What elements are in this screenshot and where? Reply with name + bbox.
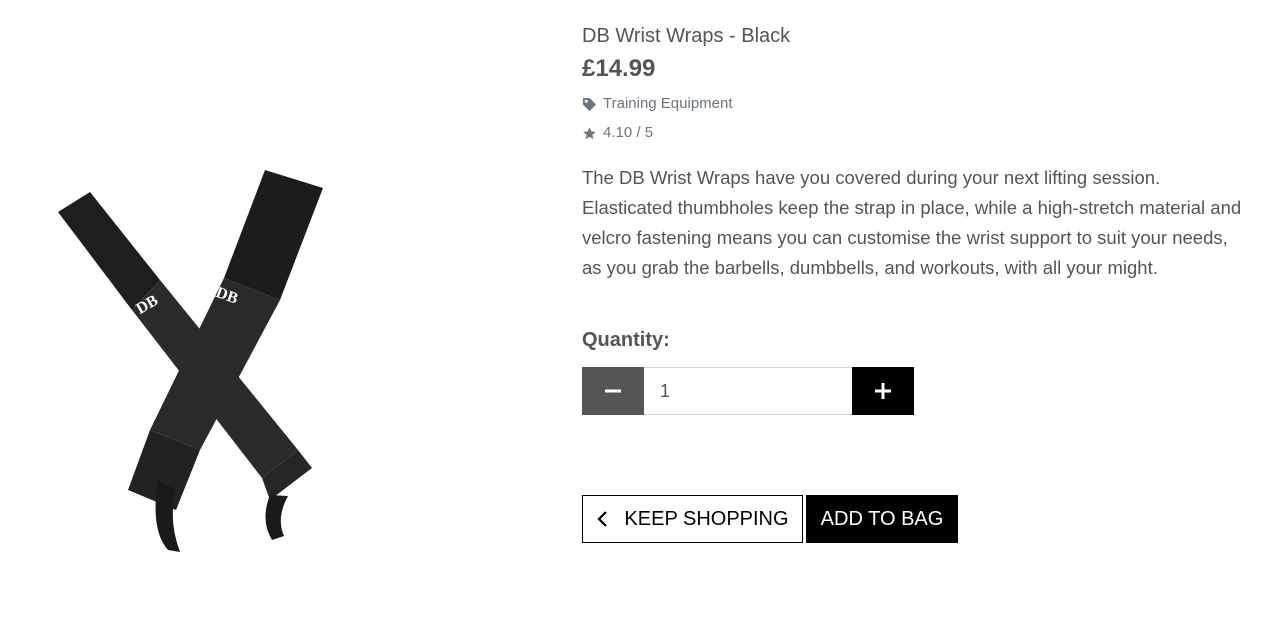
add-to-bag-button[interactable]: ADD TO BAG	[806, 495, 958, 543]
product-name: DB Wrist Wraps - Black	[582, 25, 791, 47]
product-price: £14.99	[582, 55, 656, 82]
increment-button[interactable]	[852, 367, 914, 415]
product-details: DB Wrist Wraps - Black £14.99 Training E…	[582, 22, 1262, 543]
category-label: Training Equipment	[603, 95, 733, 112]
quantity-label: Quantity:	[582, 329, 670, 351]
action-buttons: KEEP SHOPPING ADD TO BAG	[582, 495, 1262, 543]
chevron-left-icon	[596, 510, 610, 528]
quantity-input[interactable]	[644, 367, 852, 415]
star-icon	[582, 126, 597, 141]
product-image-column: DB DB	[0, 0, 560, 644]
keep-shopping-button[interactable]: KEEP SHOPPING	[582, 495, 803, 543]
tag-icon	[582, 97, 597, 112]
keep-shopping-label: KEEP SHOPPING	[624, 507, 789, 530]
category-link[interactable]: Training Equipment	[582, 94, 1262, 114]
rating-value: 4.10 / 5	[603, 124, 654, 141]
product-rating: 4.10 / 5	[582, 123, 1262, 143]
wrist-wraps-illustration: DB DB	[58, 170, 323, 552]
plus-icon	[875, 383, 891, 399]
quantity-stepper	[582, 367, 1262, 415]
decrement-button[interactable]	[582, 367, 644, 415]
minus-icon	[605, 389, 621, 393]
product-description: The DB Wrist Wraps have you covered duri…	[582, 167, 1242, 278]
product-image[interactable]: DB DB	[40, 150, 340, 570]
